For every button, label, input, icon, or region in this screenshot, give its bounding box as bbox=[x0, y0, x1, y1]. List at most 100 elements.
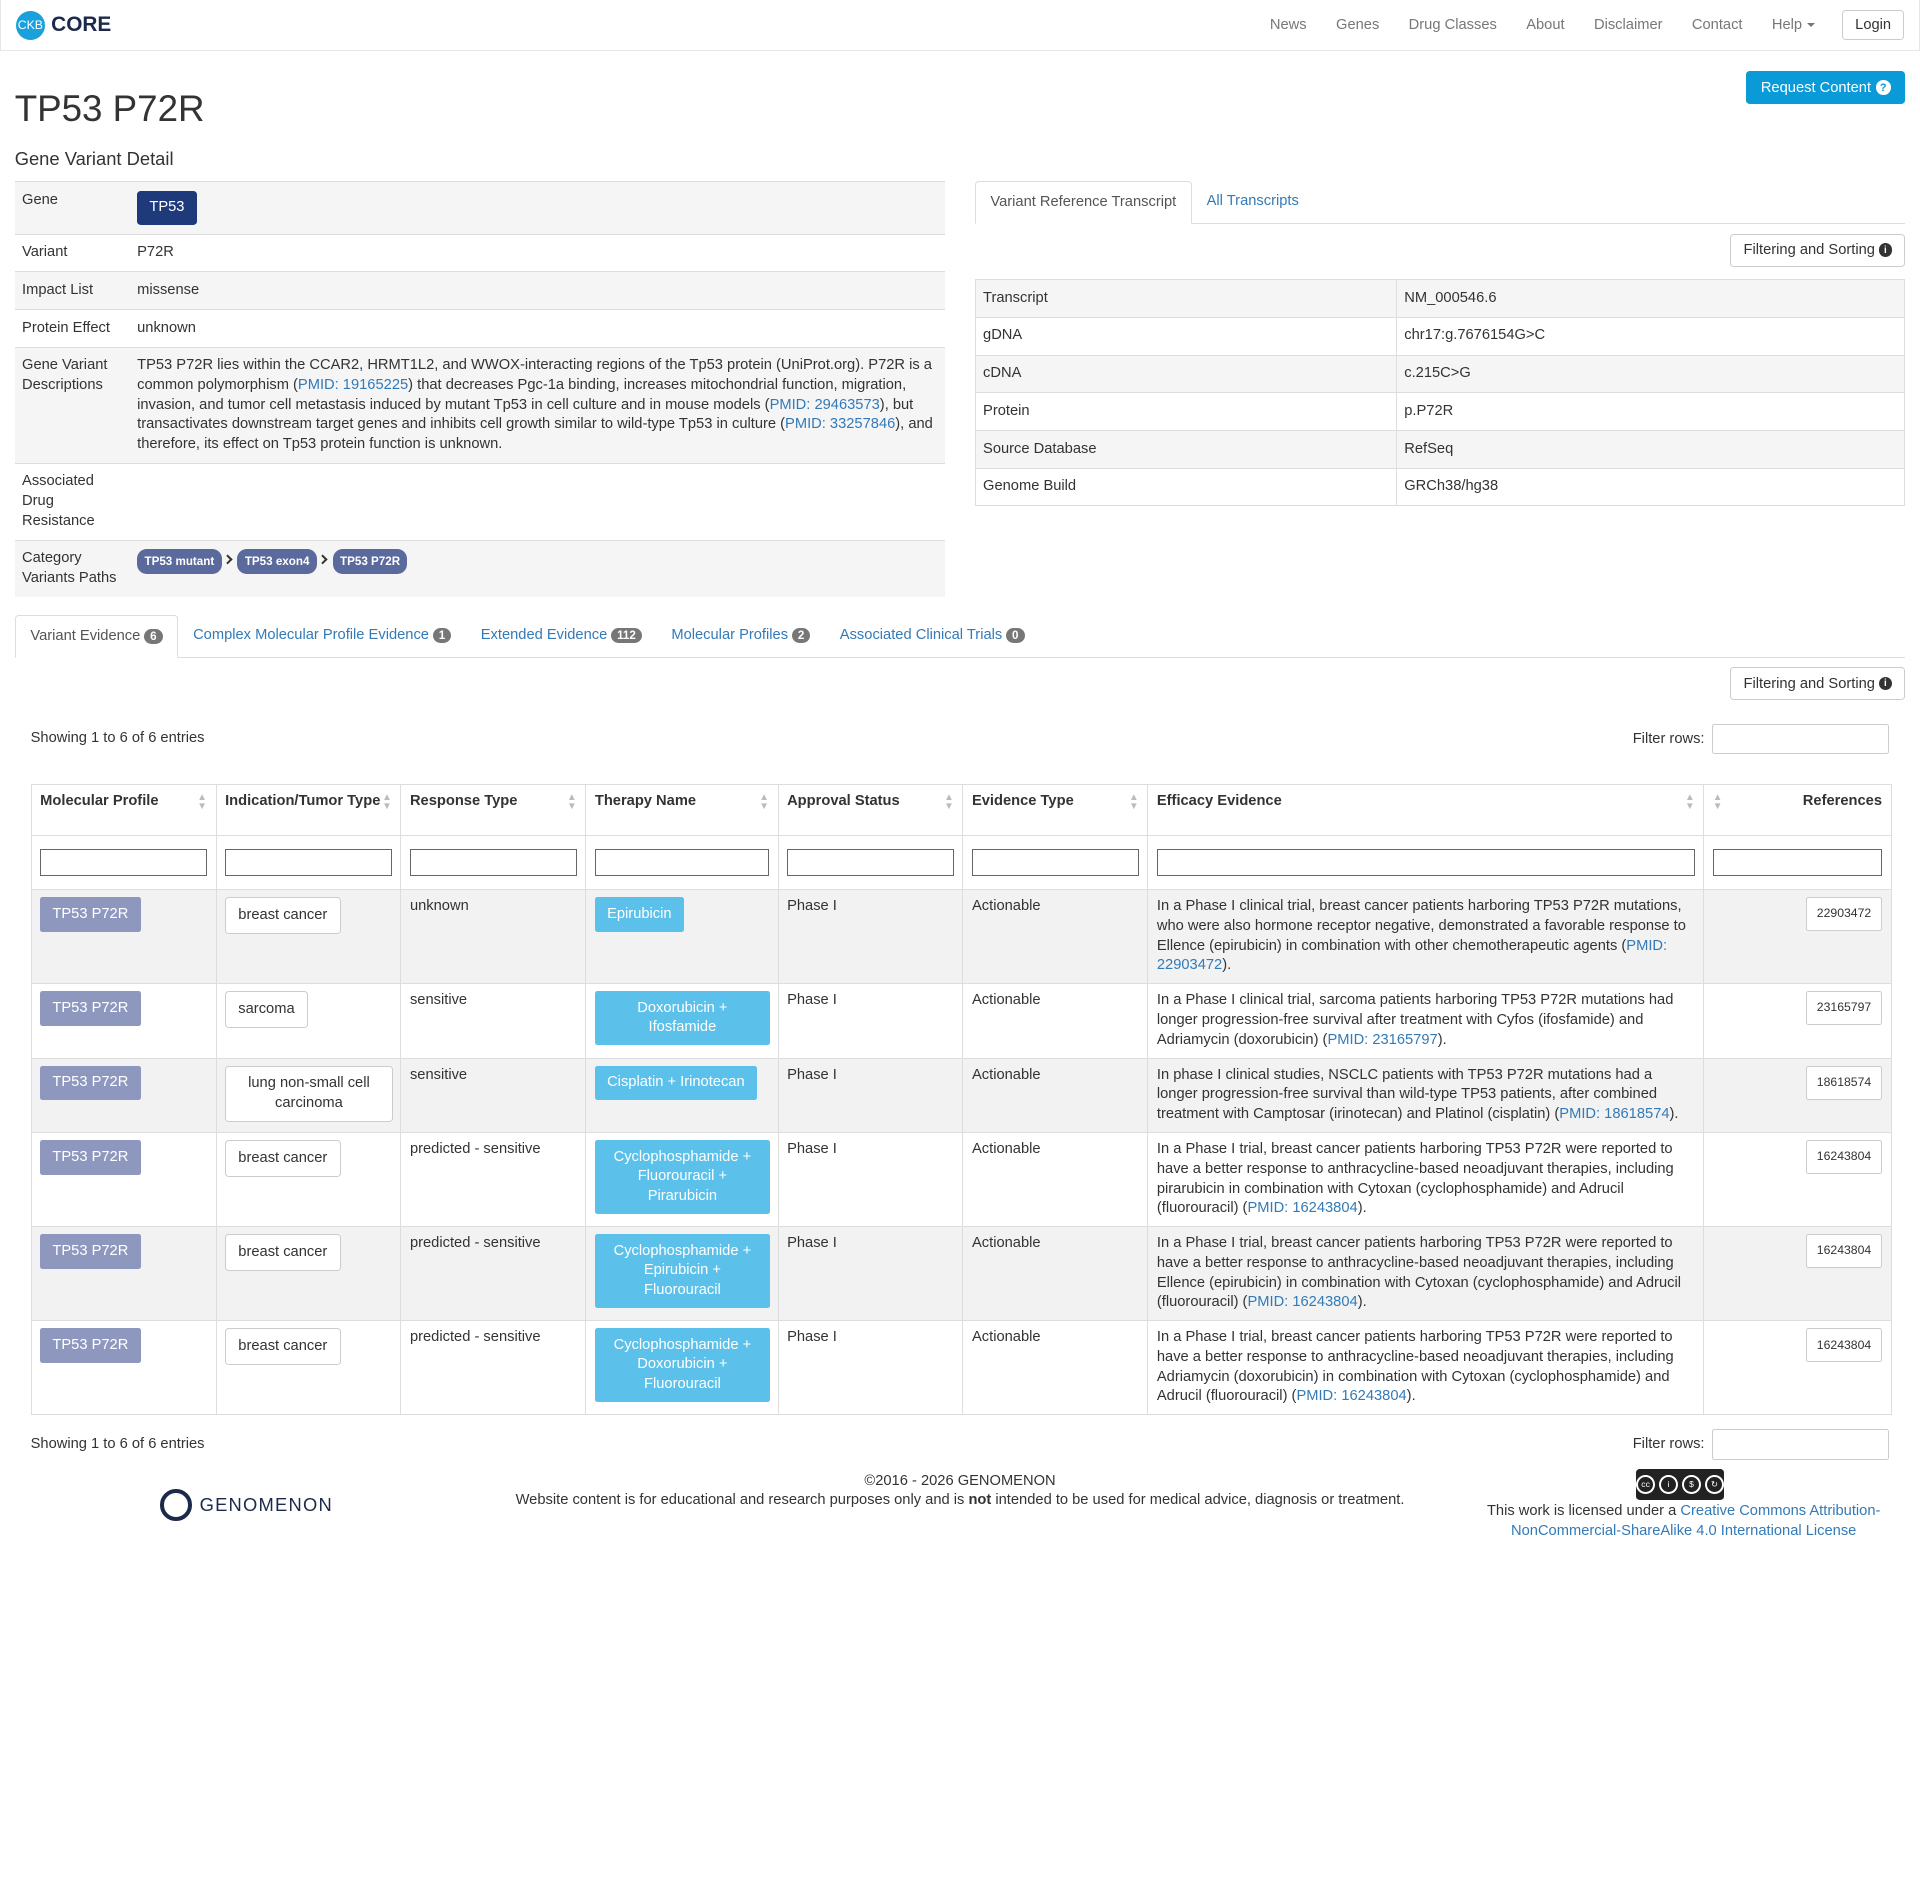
indication-button[interactable]: breast cancer bbox=[225, 897, 341, 934]
nav-contact[interactable]: Contact bbox=[1677, 17, 1757, 33]
column-filter-input[interactable] bbox=[787, 849, 954, 876]
molecular-profile-button[interactable]: TP53 P72R bbox=[40, 1328, 141, 1363]
tab-label: Extended Evidence bbox=[480, 626, 608, 643]
reference-button[interactable]: 16243804 bbox=[1806, 1234, 1882, 1269]
pmid-link[interactable]: PMID: 16243804 bbox=[1296, 1388, 1406, 1404]
pmid-link[interactable]: PMID: 19165225 bbox=[298, 377, 408, 393]
col-references[interactable]: ▲ ▼ References bbox=[1703, 783, 1892, 837]
indication-button[interactable]: sarcoma bbox=[225, 991, 308, 1028]
table-row: TP53 P72R breast cancer predicted - sens… bbox=[30, 1320, 1892, 1416]
col-response-type[interactable]: Response Type ▲ ▼ bbox=[400, 783, 587, 837]
molecular-profile-button[interactable]: TP53 P72R bbox=[40, 1065, 141, 1101]
indication-button[interactable]: breast cancer bbox=[225, 1328, 341, 1365]
nav-news[interactable]: News bbox=[1255, 17, 1321, 33]
therapy-button[interactable]: Cisplatin + Irinotecan bbox=[594, 1065, 757, 1101]
approval-status: Phase I bbox=[777, 1057, 964, 1133]
detail-row-gene: Gene TP53 bbox=[14, 181, 946, 235]
pmid-link[interactable]: PMID: 23165797 bbox=[1327, 1032, 1437, 1048]
tab-variant-reference-transcript[interactable]: Variant Reference Transcript bbox=[974, 181, 1192, 225]
category-pill[interactable]: TP53 mutant bbox=[137, 549, 222, 574]
filter-rows-input[interactable] bbox=[1711, 1428, 1890, 1460]
therapy-button[interactable]: Cyclophosphamide + Doxorubicin + Fluorou… bbox=[594, 1328, 770, 1402]
molecular-profile-button[interactable]: TP53 P72R bbox=[40, 991, 141, 1026]
col-efficacy-evidence[interactable]: Efficacy Evidence ▲ ▼ bbox=[1147, 783, 1705, 837]
col-molecular-profile[interactable]: Molecular Profile ▲ ▼ bbox=[30, 783, 217, 837]
col-therapy-name[interactable]: Therapy Name ▲ ▼ bbox=[585, 783, 779, 837]
gene-button[interactable]: TP53 bbox=[137, 190, 197, 226]
tab-all-transcripts[interactable]: All Transcripts bbox=[1192, 181, 1314, 223]
therapy-button[interactable]: Cyclophosphamide + Fluorouracil + Piraru… bbox=[594, 1140, 770, 1214]
detail-label: Category Variants Paths bbox=[14, 539, 130, 598]
table-row: TP53 P72R sarcoma sensitive Doxorubicin … bbox=[30, 983, 1892, 1059]
column-filter-row bbox=[30, 835, 1892, 890]
col-approval-status[interactable]: Approval Status ▲ ▼ bbox=[777, 783, 964, 837]
transcript-row: Transcript NM_000546.6 bbox=[974, 279, 1906, 318]
column-filter-input[interactable] bbox=[1156, 849, 1695, 876]
count-badge: 0 bbox=[1005, 627, 1025, 644]
request-content-button[interactable]: Request Content ? bbox=[1746, 71, 1906, 105]
reference-button[interactable]: 23165797 bbox=[1806, 991, 1882, 1026]
cc-license-badge[interactable]: cc i $ ↻ bbox=[1635, 1469, 1725, 1500]
nav-help[interactable]: Help bbox=[1757, 17, 1829, 33]
tab-associated-clinical-trials[interactable]: Associated Clinical Trials 0 bbox=[825, 615, 1039, 657]
response-type: sensitive bbox=[400, 983, 587, 1059]
indication-button[interactable]: lung non-small cell carcinoma bbox=[225, 1065, 393, 1122]
indication-button[interactable]: breast cancer bbox=[225, 1140, 341, 1177]
column-filter-input[interactable] bbox=[594, 849, 769, 876]
nav-drug-classes[interactable]: Drug Classes bbox=[1394, 17, 1512, 33]
brand[interactable]: CKB CORE bbox=[15, 10, 111, 40]
column-filter-input[interactable] bbox=[409, 849, 577, 876]
response-type: predicted - sensitive bbox=[400, 1320, 587, 1416]
nav-about[interactable]: About bbox=[1512, 17, 1580, 33]
indication-button[interactable]: breast cancer bbox=[225, 1234, 341, 1271]
transcript-row: Source Database RefSeq bbox=[974, 430, 1906, 469]
reference-button[interactable]: 22903472 bbox=[1806, 897, 1882, 932]
col-indication[interactable]: Indication/Tumor Type ▲ ▼ bbox=[215, 783, 402, 837]
nav-genes[interactable]: Genes bbox=[1321, 17, 1394, 33]
page: CKB CORE News Genes Drug Classes About D… bbox=[0, 0, 1920, 1539]
filtering-sorting-button[interactable]: Filtering and Sorting i bbox=[1730, 233, 1906, 267]
login-button[interactable]: Login bbox=[1841, 10, 1905, 41]
molecular-profile-button[interactable]: TP53 P72R bbox=[40, 1234, 141, 1269]
col-evidence-type[interactable]: Evidence Type ▲ ▼ bbox=[962, 783, 1149, 837]
pmid-link[interactable]: PMID: 16243804 bbox=[1247, 1294, 1357, 1310]
therapy-button[interactable]: Cyclophosphamide + Epirubicin + Fluorour… bbox=[594, 1234, 770, 1308]
detail-label: Gene bbox=[14, 181, 130, 235]
nav-disclaimer[interactable]: Disclaimer bbox=[1579, 17, 1677, 33]
detail-label: Protein Effect bbox=[14, 309, 130, 348]
molecular-profile-button[interactable]: TP53 P72R bbox=[40, 897, 141, 932]
therapy-button[interactable]: Epirubicin bbox=[594, 897, 684, 932]
column-filter-input[interactable] bbox=[971, 849, 1139, 876]
tab-variant-evidence[interactable]: Variant Evidence 6 bbox=[14, 614, 179, 658]
count-badge: 112 bbox=[610, 627, 642, 644]
pmid-link[interactable]: PMID: 16243804 bbox=[1247, 1200, 1357, 1216]
therapy-button[interactable]: Doxorubicin + Ifosfamide bbox=[594, 991, 770, 1046]
pmid-link[interactable]: PMID: 18618574 bbox=[1559, 1106, 1669, 1122]
tab-molecular-profiles[interactable]: Molecular Profiles 2 bbox=[657, 615, 825, 657]
column-filter-input[interactable] bbox=[40, 849, 207, 876]
filter-rows-bottom: Filter rows: bbox=[1633, 1428, 1890, 1460]
pmid-link[interactable]: PMID: 29463573 bbox=[770, 397, 880, 413]
transcript-label: Source Database bbox=[974, 430, 1397, 469]
reference-button[interactable]: 16243804 bbox=[1806, 1328, 1882, 1363]
pmid-link[interactable]: PMID: 33257846 bbox=[785, 416, 895, 432]
evidence-filtering-sorting-button[interactable]: Filtering and Sorting i bbox=[1730, 667, 1906, 701]
reference-button[interactable]: 18618574 bbox=[1806, 1065, 1882, 1100]
license-prefix: This work is licensed under a bbox=[1486, 1503, 1681, 1520]
molecular-profile-button[interactable]: TP53 P72R bbox=[40, 1140, 141, 1175]
nc-icon: $ bbox=[1681, 1474, 1702, 1495]
category-pill[interactable]: TP53 exon4 bbox=[237, 549, 317, 574]
sort-icon: ▲ ▼ bbox=[1129, 792, 1139, 813]
tab-complex-molecular-profile-evidence[interactable]: Complex Molecular Profile Evidence 1 bbox=[178, 615, 466, 657]
efficacy-evidence: In a Phase I trial, breast cancer patien… bbox=[1147, 1226, 1705, 1322]
category-pill[interactable]: TP53 P72R bbox=[332, 549, 408, 574]
tab-extended-evidence[interactable]: Extended Evidence 112 bbox=[466, 615, 657, 657]
evidence-table: Molecular Profile ▲ ▼ Indication/Tumor Typ… bbox=[30, 783, 1892, 1416]
filter-rows-input[interactable] bbox=[1711, 723, 1890, 755]
column-filter-input[interactable] bbox=[225, 849, 392, 876]
sort-icon: ▲ ▼ bbox=[759, 792, 769, 813]
count-badge: 6 bbox=[144, 628, 163, 645]
reference-button[interactable]: 16243804 bbox=[1806, 1140, 1882, 1175]
column-filter-input[interactable] bbox=[1712, 849, 1882, 876]
filter-rows-label: Filter rows: bbox=[1632, 730, 1705, 747]
